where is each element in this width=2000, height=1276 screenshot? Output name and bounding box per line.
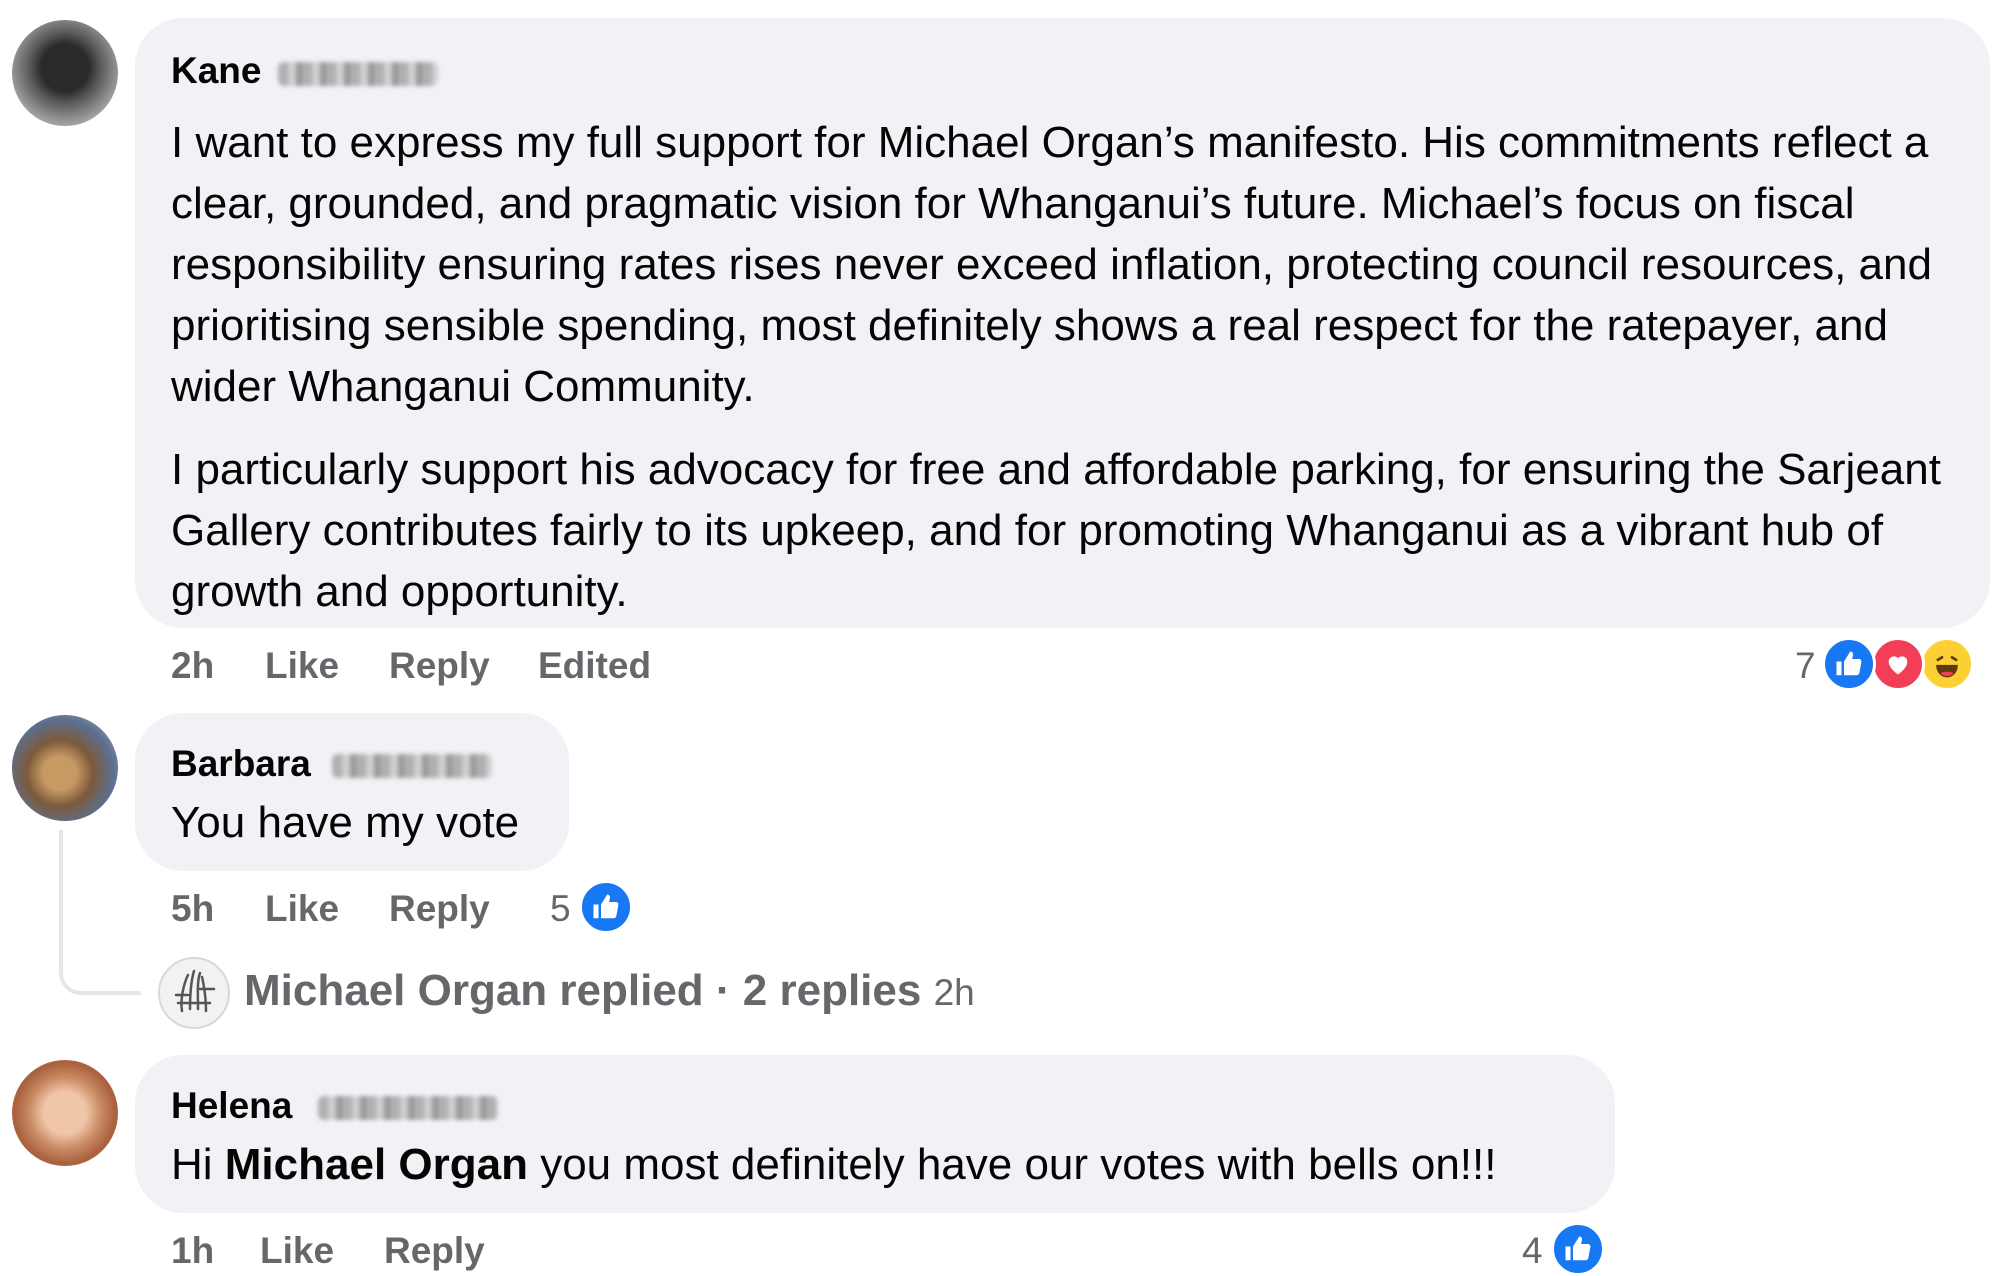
thread-connector	[59, 830, 141, 995]
redacted-surname	[332, 754, 492, 778]
comment-time[interactable]: 5h	[171, 888, 214, 930]
avatar[interactable]	[12, 1060, 118, 1166]
comment-time[interactable]: 1h	[171, 1230, 214, 1272]
reply-button[interactable]: Reply	[384, 1230, 485, 1272]
replies-summary-text: Michael Organ replied · 2 replies	[244, 966, 922, 1015]
comment-time[interactable]: 2h	[171, 645, 214, 687]
comment-author[interactable]: Helena	[171, 1085, 292, 1127]
avatar[interactable]	[12, 715, 118, 821]
comment-bubble: Barbara You have my vote	[135, 713, 569, 871]
comment-text: You have my vote	[171, 798, 520, 847]
like-icon[interactable]	[1822, 637, 1876, 691]
edited-label: Edited	[538, 645, 652, 686]
reaction-count[interactable]: 7	[1795, 645, 1816, 687]
like-button[interactable]: Like	[265, 645, 339, 687]
comment-text: Hi Michael Organ you most definitely hav…	[171, 1134, 1496, 1195]
comment-bubble: Kane I want to express my full support f…	[135, 18, 1990, 628]
avatar[interactable]	[158, 957, 230, 1029]
love-icon[interactable]	[1871, 637, 1925, 691]
haha-icon[interactable]	[1920, 637, 1974, 691]
comment-text-part: you most definitely have our votes with …	[527, 1140, 1497, 1189]
reply-button[interactable]: Reply	[389, 888, 490, 930]
view-replies-link[interactable]: Michael Organ replied · 2 replies 2h	[244, 966, 975, 1016]
mention-link[interactable]: Michael Organ	[225, 1140, 528, 1189]
comment-text: I want to express my full support for Mi…	[171, 118, 1932, 411]
comment-author[interactable]: Kane	[171, 50, 261, 92]
avatar[interactable]	[12, 20, 118, 126]
like-button[interactable]: Like	[260, 1230, 334, 1272]
like-button[interactable]: Like	[265, 888, 339, 930]
reaction-count[interactable]: 4	[1522, 1230, 1543, 1272]
reply-button[interactable]: Reply	[389, 645, 490, 687]
like-icon[interactable]	[1551, 1222, 1605, 1276]
like-icon[interactable]	[579, 880, 633, 934]
reaction-count[interactable]: 5	[550, 888, 571, 930]
comment-text-part: Hi	[171, 1140, 225, 1189]
comment-text: I particularly support his advocacy for …	[171, 445, 1941, 616]
comment-author[interactable]: Barbara	[171, 743, 311, 785]
replies-time: 2h	[933, 972, 975, 1013]
redacted-surname	[278, 62, 438, 86]
comment-bubble: Helena Hi Michael Organ you most definit…	[135, 1055, 1615, 1213]
redacted-surname	[318, 1096, 498, 1120]
